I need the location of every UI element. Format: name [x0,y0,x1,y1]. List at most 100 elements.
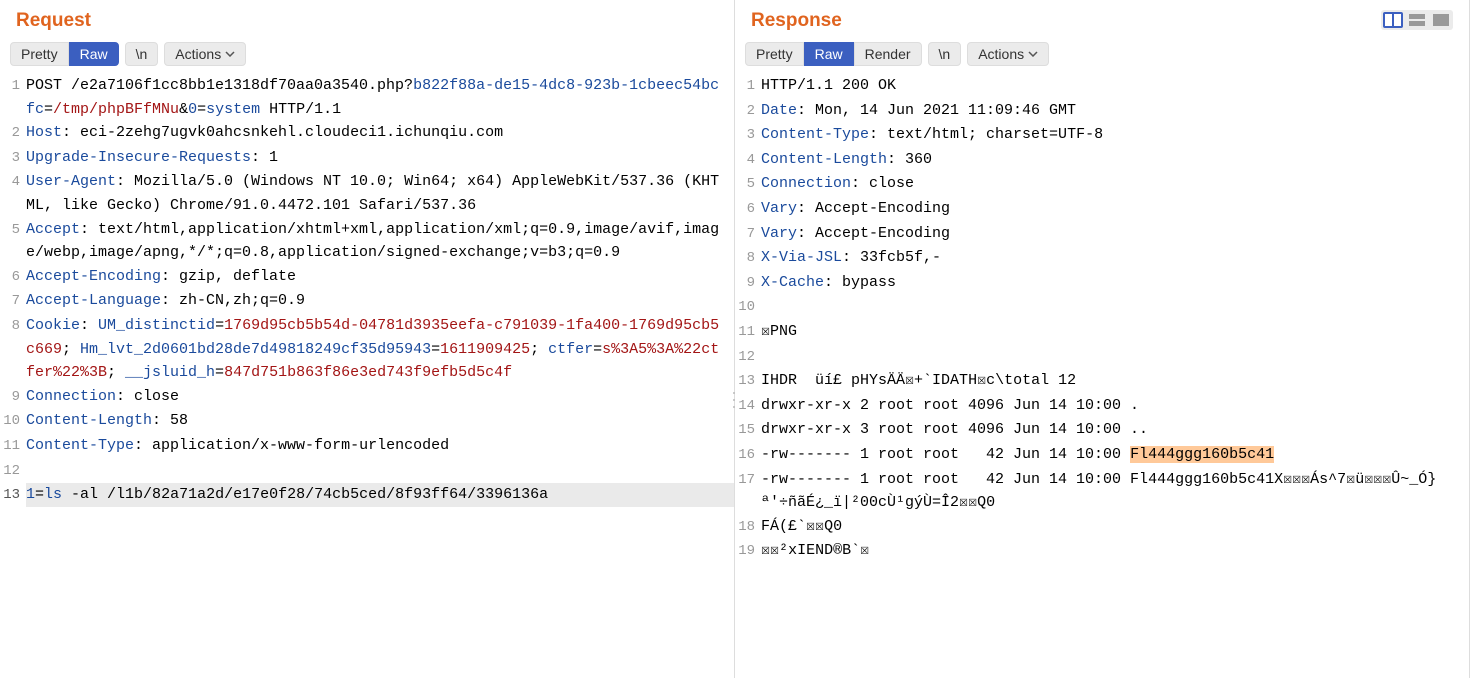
line-content[interactable]: HTTP/1.1 200 OK [761,74,1469,98]
code-segment: = [215,317,224,334]
line-content[interactable]: IHDR üí£ pHYsÄÄ☒+`IDATH☒c\total 12 [761,369,1469,393]
code-segment: Hm_lvt_2d0601bd28de7d49818249cf35d95943 [80,341,431,358]
line-number: 12 [735,345,761,370]
line-content[interactable]: Upgrade-Insecure-Requests: 1 [26,146,734,170]
layout-split-horizontal-icon[interactable] [1407,12,1427,28]
request-line[interactable]: 7Accept-Language: zh-CN,zh;q=0.9 [0,289,734,314]
tab-pretty-response[interactable]: Pretty [745,42,804,66]
response-line[interactable]: 19☒☒²xIEND®B`☒ [735,539,1469,564]
line-content[interactable]: Connection: close [26,385,734,409]
line-content[interactable]: Content-Type: application/x-www-form-url… [26,434,734,458]
line-content[interactable]: Accept: text/html,application/xhtml+xml,… [26,218,734,265]
code-segment: : close [116,388,179,405]
code-segment: Accept-Encoding [26,268,161,285]
code-segment: Vary [761,200,797,217]
line-content[interactable]: Connection: close [761,172,1469,196]
line-content[interactable]: Content-Type: text/html; charset=UTF-8 [761,123,1469,147]
panel-resize-handle[interactable] [730,390,738,410]
line-content[interactable]: ☒PNG [761,320,1469,344]
line-content[interactable]: FÁ(£`☒☒Q0 [761,515,1469,539]
line-content[interactable]: X-Via-JSL: 33fcb5f,- [761,246,1469,270]
response-line[interactable]: 4Content-Length: 360 [735,148,1469,173]
line-content[interactable]: Content-Length: 58 [26,409,734,433]
line-content[interactable]: Vary: Accept-Encoding [761,197,1469,221]
line-content[interactable]: X-Cache: bypass [761,271,1469,295]
layout-mode-group [1381,10,1453,30]
request-line[interactable]: 4User-Agent: Mozilla/5.0 (Windows NT 10.… [0,170,734,217]
line-content[interactable]: Host: eci-2zehg7ugvk0ahcsnkehl.cloudeci1… [26,121,734,145]
line-content[interactable]: Date: Mon, 14 Jun 2021 11:09:46 GMT [761,99,1469,123]
line-content[interactable]: POST /e2a7106f1cc8bb1e1318df70aa0a3540.p… [26,74,734,121]
line-content[interactable]: drwxr-xr-x 2 root root 4096 Jun 14 10:00… [761,394,1469,418]
request-line[interactable]: 6Accept-Encoding: gzip, deflate [0,265,734,290]
line-content[interactable]: Content-Length: 360 [761,148,1469,172]
line-number: 6 [0,265,26,290]
code-segment: : Accept-Encoding [797,225,950,242]
response-line[interactable]: 2Date: Mon, 14 Jun 2021 11:09:46 GMT [735,99,1469,124]
code-segment: 847d751b863f86e3ed743f9efb5d5c4f [224,364,512,381]
line-content[interactable]: 1=ls -al /l1b/82a71a2d/e17e0f28/74cb5ced… [26,483,734,507]
response-line[interactable]: 12 [735,345,1469,370]
response-line[interactable]: 7Vary: Accept-Encoding [735,222,1469,247]
response-line[interactable]: 18FÁ(£`☒☒Q0 [735,515,1469,540]
response-line[interactable]: 13IHDR üí£ pHYsÄÄ☒+`IDATH☒c\total 12 [735,369,1469,394]
line-content[interactable]: drwxr-xr-x 3 root root 4096 Jun 14 10:00… [761,418,1469,442]
code-segment: 1611909425 [440,341,530,358]
code-segment: -rw------- 1 root root 42 Jun 14 10:00 F… [761,471,1436,512]
response-line[interactable]: 15drwxr-xr-x 3 root root 4096 Jun 14 10:… [735,418,1469,443]
line-number: 1 [0,74,26,99]
response-line[interactable]: 6Vary: Accept-Encoding [735,197,1469,222]
response-line[interactable]: 8X-Via-JSL: 33fcb5f,- [735,246,1469,271]
request-line[interactable]: 2Host: eci-2zehg7ugvk0ahcsnkehl.cloudeci… [0,121,734,146]
newline-toggle-request[interactable]: \n [125,42,159,66]
tab-raw-request[interactable]: Raw [69,42,119,66]
code-segment: ; [107,364,125,381]
line-number: 5 [735,172,761,197]
newline-toggle-response[interactable]: \n [928,42,962,66]
response-line[interactable]: 10 [735,295,1469,320]
line-content[interactable]: User-Agent: Mozilla/5.0 (Windows NT 10.0… [26,170,734,217]
layout-split-vertical-icon[interactable] [1383,12,1403,28]
code-segment: = [593,341,602,358]
code-segment: Content-Length [761,151,887,168]
response-line[interactable]: 5Connection: close [735,172,1469,197]
request-line[interactable]: 9Connection: close [0,385,734,410]
line-content[interactable]: Accept-Language: zh-CN,zh;q=0.9 [26,289,734,313]
line-content[interactable]: Cookie: UM_distinctid=1769d95cb5b54d-047… [26,314,734,385]
request-line[interactable]: 11Content-Type: application/x-www-form-u… [0,434,734,459]
request-line[interactable]: 12 [0,459,734,484]
response-line[interactable]: 17-rw------- 1 root root 42 Jun 14 10:00… [735,468,1469,515]
code-segment: drwxr-xr-x 2 root root 4096 Jun 14 10:00… [761,397,1139,414]
line-content[interactable]: -rw------- 1 root root 42 Jun 14 10:00 F… [761,443,1469,467]
request-line[interactable]: 10Content-Length: 58 [0,409,734,434]
tab-raw-response[interactable]: Raw [804,42,854,66]
code-segment: = [215,364,224,381]
response-line[interactable]: 16-rw------- 1 root root 42 Jun 14 10:00… [735,443,1469,468]
line-content[interactable]: Vary: Accept-Encoding [761,222,1469,246]
line-content[interactable]: ☒☒²xIEND®B`☒ [761,539,1469,563]
response-line[interactable]: 1HTTP/1.1 200 OK [735,74,1469,99]
request-line[interactable]: 5Accept: text/html,application/xhtml+xml… [0,218,734,265]
request-view-tabs: Pretty Raw [10,42,119,66]
response-line[interactable]: 11☒PNG [735,320,1469,345]
response-line[interactable]: 3Content-Type: text/html; charset=UTF-8 [735,123,1469,148]
response-line[interactable]: 9X-Cache: bypass [735,271,1469,296]
line-content[interactable]: Accept-Encoding: gzip, deflate [26,265,734,289]
response-line[interactable]: 14drwxr-xr-x 2 root root 4096 Jun 14 10:… [735,394,1469,419]
request-code[interactable]: 1POST /e2a7106f1cc8bb1e1318df70aa0a3540.… [0,72,734,678]
line-content[interactable]: -rw------- 1 root root 42 Jun 14 10:00 F… [761,468,1469,515]
layout-single-icon[interactable] [1431,12,1451,28]
request-line[interactable]: 8Cookie: UM_distinctid=1769d95cb5b54d-04… [0,314,734,385]
code-segment: ☒PNG [761,323,797,340]
response-code[interactable]: 1HTTP/1.1 200 OK2Date: Mon, 14 Jun 2021 … [735,72,1469,678]
line-number: 2 [0,121,26,146]
actions-button-request[interactable]: Actions [164,42,246,66]
request-line[interactable]: 131=ls -al /l1b/82a71a2d/e17e0f28/74cb5c… [0,483,734,508]
request-line[interactable]: 3Upgrade-Insecure-Requests: 1 [0,146,734,171]
tab-pretty-request[interactable]: Pretty [10,42,69,66]
tab-render-response[interactable]: Render [854,42,922,66]
actions-button-response[interactable]: Actions [967,42,1049,66]
request-line[interactable]: 1POST /e2a7106f1cc8bb1e1318df70aa0a3540.… [0,74,734,121]
line-number: 10 [735,295,761,320]
response-header: Response [735,0,1469,36]
